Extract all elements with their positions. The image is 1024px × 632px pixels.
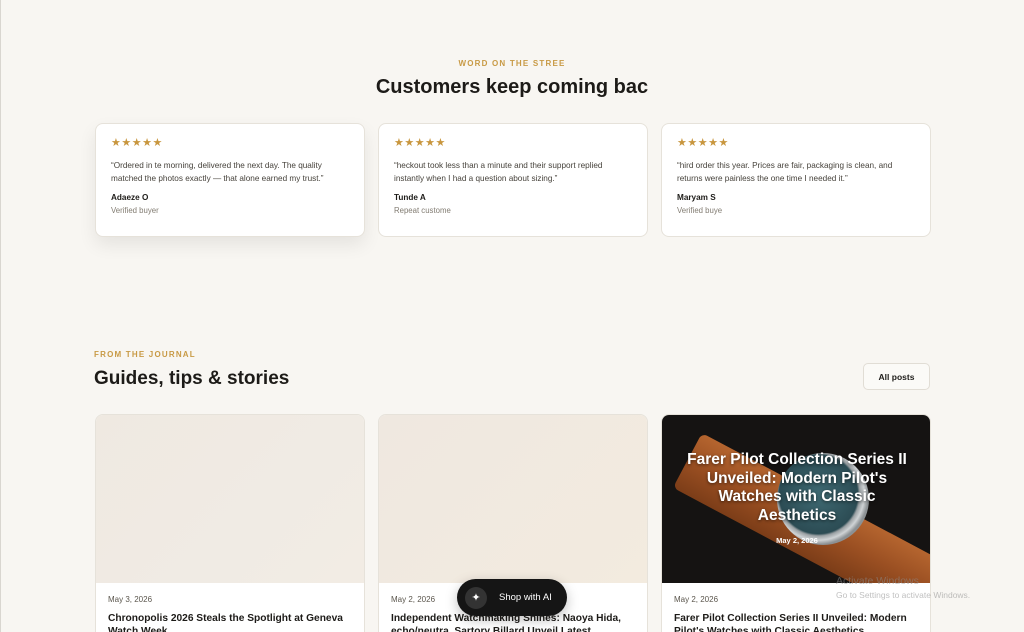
rating-stars: ★★★★★ — [394, 137, 446, 149]
post-date: May 3, 2026 — [108, 595, 153, 604]
review-quote: “heckout took less than a minute and the… — [394, 161, 603, 183]
post-title-link[interactable]: Farer Pilot Collection Series II Unveile… — [674, 612, 918, 632]
watermark-title: Activate Windows — [836, 575, 919, 587]
thumbnail-date: May 2, 2026 — [776, 536, 818, 545]
journal-eyebrow: FROM THE JOURNAL — [94, 350, 196, 359]
post-title-link[interactable]: Chronopolis 2026 Steals the Spotlight at… — [108, 612, 352, 632]
ai-button-label: Shop with AI — [499, 592, 552, 603]
rating-stars: ★★★★★ — [111, 137, 163, 149]
watermark-subtitle: Go to Settings to activate Windows. — [836, 590, 971, 600]
windows-activation-watermark: Activate Windows Go to Settings to activ… — [836, 575, 970, 600]
review-card: ★★★★★ “hird order this year. Prices are … — [661, 123, 931, 237]
post-thumbnail[interactable]: Farer Pilot Collection Series II Unveile… — [662, 415, 930, 583]
post-card[interactable]: May 3, 2026 Chronopolis 2026 Steals the … — [95, 414, 365, 632]
review-quote: “hird order this year. Prices are fair, … — [677, 161, 893, 183]
post-thumbnail[interactable] — [379, 415, 647, 583]
reviewer-name: Tunde A — [394, 193, 426, 202]
reviews-list: ★★★★★ “Ordered in te morning, delivered … — [95, 123, 931, 237]
all-posts-button[interactable]: All posts — [863, 363, 930, 390]
post-thumbnail[interactable] — [96, 415, 364, 583]
review-card: ★★★★★ “heckout took less than a minute a… — [378, 123, 648, 237]
testimonials-eyebrow: WORD ON THE STREE — [458, 59, 566, 68]
sparkle-icon: ✦ — [465, 586, 487, 609]
thumbnail-caption: Farer Pilot Collection Series II Unveile… — [687, 451, 907, 524]
reviewer-name: Maryam S — [677, 193, 716, 202]
rating-stars: ★★★★★ — [677, 137, 729, 149]
reviewer-meta: Verified buyer — [111, 206, 159, 215]
shop-with-ai-button[interactable]: ✦ Shop with AI — [457, 579, 567, 616]
review-quote: “Ordered in te morning, delivered the ne… — [111, 161, 324, 183]
reviewer-name: Adaeze O — [111, 193, 149, 202]
reviewer-meta: Repeat custome — [394, 206, 451, 215]
journal-title: Guides, tips & stories — [94, 368, 290, 389]
reviewer-meta: Verified buye — [677, 206, 723, 215]
review-card: ★★★★★ “Ordered in te morning, delivered … — [95, 123, 365, 237]
testimonials-title: Customers keep coming bac — [375, 76, 649, 98]
